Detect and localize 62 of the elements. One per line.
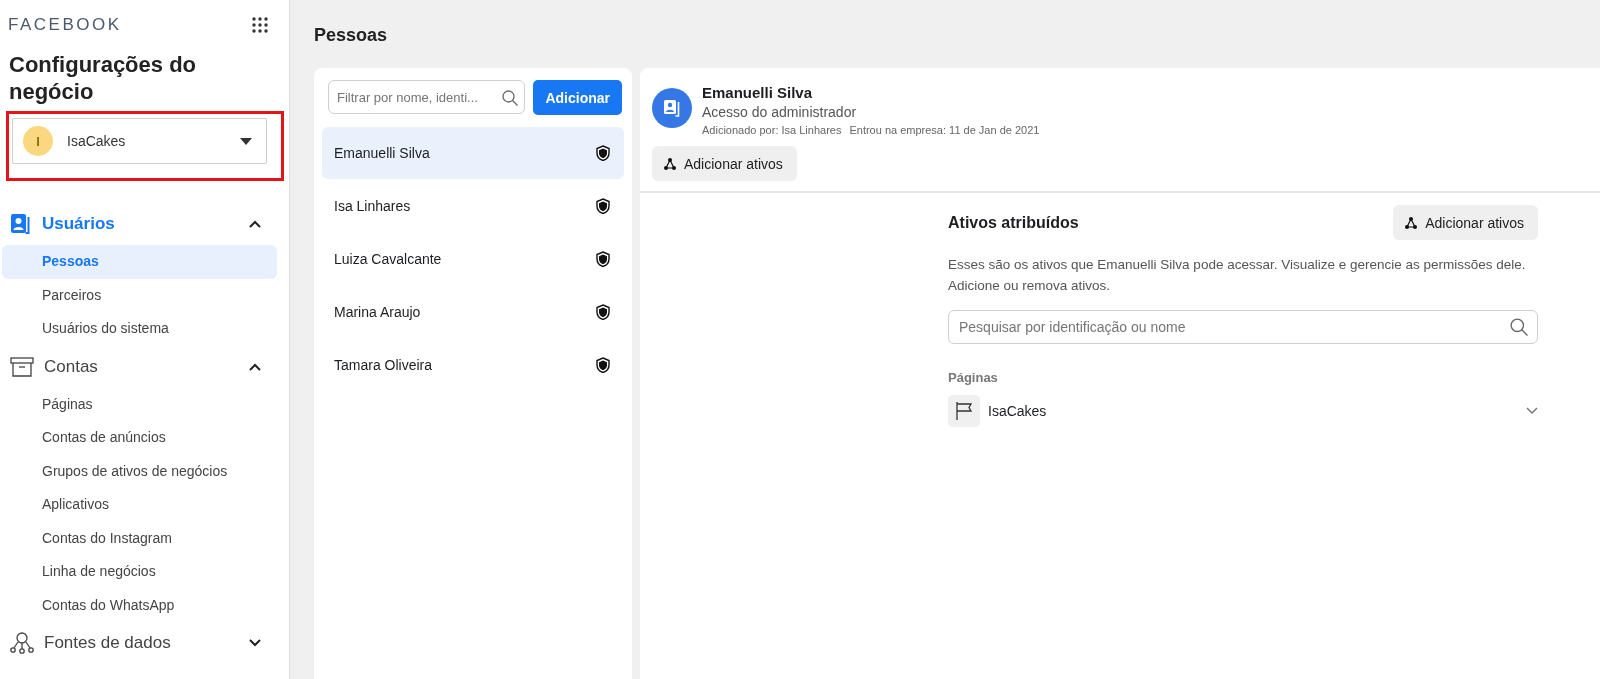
person-row[interactable]: Tamara Oliveira	[322, 339, 624, 391]
person-row[interactable]: Luiza Cavalcante	[322, 233, 624, 285]
person-name: Luiza Cavalcante	[334, 251, 442, 267]
add-assets-button[interactable]: Adicionar ativos	[1393, 205, 1538, 240]
person-name: Tamara Oliveira	[334, 357, 433, 373]
user-avatar-icon	[652, 88, 692, 128]
nav-item[interactable]: Pessoas	[2, 245, 277, 279]
person-row[interactable]: Emanuelli Silva	[322, 127, 624, 179]
network-nodes-icon	[10, 632, 34, 654]
brand-logo: FACEBOOK	[8, 15, 122, 35]
person-row[interactable]: Marina Araujo	[322, 286, 624, 338]
shield-icon	[596, 145, 610, 161]
description-text: Esses são os ativos que Emanuelli Silva pode acessar. Visualize e gerencie as permissões dele. Adicione ou remova ativos.	[948, 256, 1527, 295]
account-selector[interactable]: I IsaCakes	[12, 118, 267, 164]
section-title: Ativos atribuídos	[948, 213, 1079, 232]
nav-item[interactable]: Aplicativos	[2, 488, 277, 522]
nav-section[interactable]: Usuários	[0, 203, 289, 245]
nav-item[interactable]: Contas de anúncios	[2, 421, 277, 455]
account-name: IsaCakes	[67, 133, 127, 149]
flag-icon	[948, 395, 980, 427]
shield-icon	[596, 198, 610, 214]
chevron-icon	[249, 639, 261, 647]
search-icon	[502, 89, 519, 106]
chevron-icon	[249, 362, 261, 371]
person-row[interactable]: Isa Linhares	[322, 180, 624, 232]
archive-box-icon	[10, 356, 34, 377]
nav-item[interactable]: Contas do WhatsApp	[2, 588, 277, 622]
nav-section[interactable]: Fontes de dados	[0, 622, 289, 664]
shield-icon	[596, 251, 610, 267]
user-card-icon	[10, 213, 32, 235]
chevron-down-icon	[1526, 407, 1538, 415]
nav-item[interactable]: Linha de negócios	[2, 555, 277, 589]
page-title: Pessoas	[314, 25, 389, 46]
add-button[interactable]: Adicionar	[533, 80, 622, 115]
person-name: Emanuelli Silva	[334, 145, 430, 161]
nav-item[interactable]: Usuários do sistema	[2, 312, 277, 346]
account-avatar: I	[23, 126, 53, 156]
user-role: Acesso do administrador	[702, 104, 858, 120]
group-label: Páginas	[948, 370, 999, 385]
dropdown-caret-icon	[240, 137, 252, 145]
nav-item[interactable]: Páginas	[2, 387, 277, 421]
asset-row[interactable]: IsaCakes	[948, 395, 1538, 427]
add-assets-button[interactable]: Adicionar ativos	[652, 146, 797, 181]
nav-section[interactable]: Contas	[0, 345, 289, 388]
nav-item[interactable]: Grupos de ativos de negócios	[2, 454, 277, 488]
shield-icon	[596, 357, 610, 373]
nodes-icon	[1405, 216, 1418, 229]
asset-search-field[interactable]: Pesquisar por identificação ou nome	[948, 310, 1538, 344]
person-name: Isa Linhares	[334, 198, 411, 214]
chevron-icon	[249, 220, 261, 228]
nav-item[interactable]: Contas do Instagram	[2, 521, 277, 555]
added-by-text: Adicionado por: Isa Linhares	[702, 124, 842, 136]
nav-item[interactable]: Parceiros	[2, 278, 277, 312]
user-name: Emanuelli Silva	[702, 84, 814, 101]
filter-field[interactable]: Filtrar por nome, identi...	[328, 80, 526, 114]
sidebar-title: Configurações do negócio	[8, 51, 197, 105]
person-name: Marina Araujo	[334, 304, 421, 320]
nodes-icon	[664, 157, 676, 170]
apps-grid-icon[interactable]	[251, 16, 269, 34]
search-icon	[1510, 318, 1528, 336]
shield-icon	[596, 304, 610, 320]
joined-date-text: Entrou na empresa: 11 de Jan de 2021	[849, 124, 1040, 136]
